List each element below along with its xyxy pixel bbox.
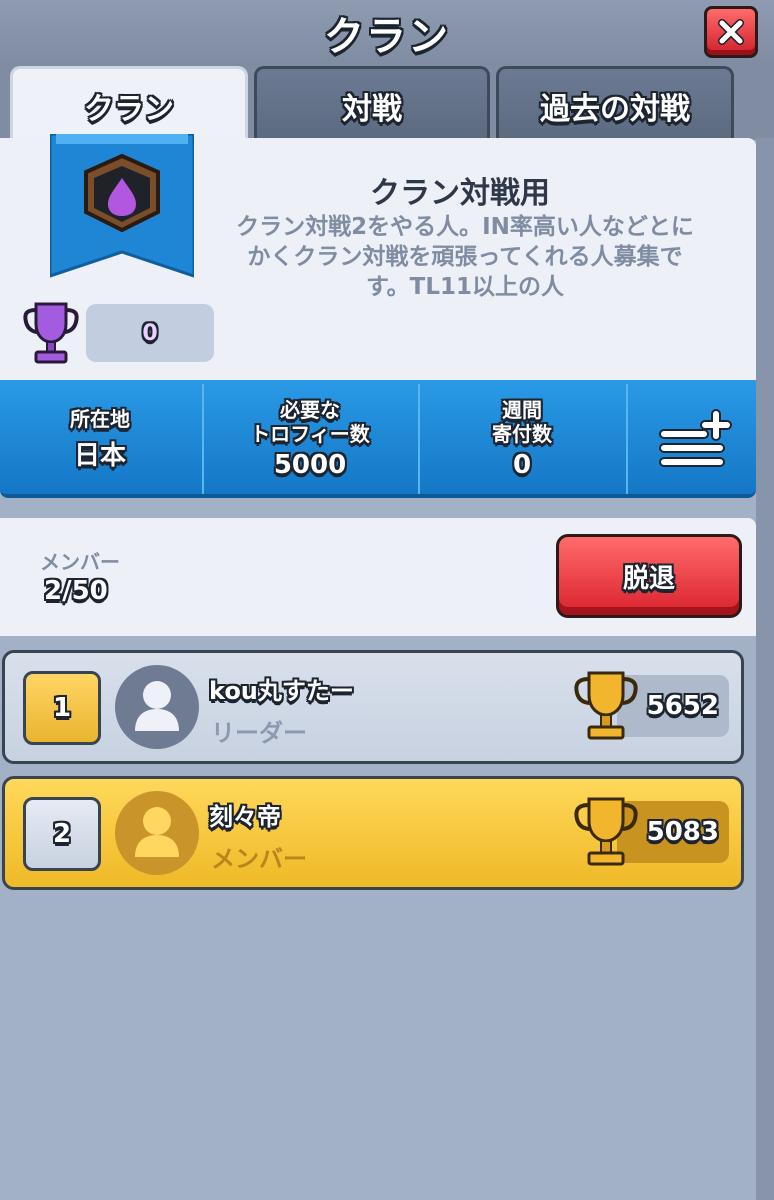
stat-required-label-2: トロフィー数 <box>250 422 370 446</box>
leave-button-label: 脱退 <box>622 563 675 594</box>
tab-battle-label: 対戦 <box>342 91 402 127</box>
stat-required-value: 5000 <box>273 450 347 480</box>
user-icon <box>135 681 179 731</box>
clan-banner <box>50 134 194 278</box>
tab-past-battles-label: 過去の対戦 <box>540 91 690 127</box>
page-title: クラン <box>324 14 450 60</box>
gold-trophy-icon <box>574 671 638 740</box>
stat-location: 所在地 日本 <box>0 380 200 498</box>
list-add-icon[interactable] <box>658 408 732 468</box>
rank-badge: 1 <box>23 671 101 745</box>
member-role: リーダー <box>211 719 307 747</box>
leave-button[interactable]: 脱退 <box>556 534 742 618</box>
members-count: 2/50 <box>44 576 108 606</box>
scroll-edge <box>756 138 774 1200</box>
stat-required-trophies: 必要な トロフィー数 5000 <box>204 380 416 498</box>
stat-required-label-1: 必要な <box>280 398 340 422</box>
stat-weekly-value: 0 <box>512 450 532 480</box>
member-role: メンバー <box>211 845 307 873</box>
gold-trophy-icon <box>574 797 638 866</box>
clan-trophy-count: 0 <box>86 304 214 362</box>
members-label: メンバー <box>40 550 120 574</box>
tab-past-battles[interactable]: 過去の対戦 <box>496 66 734 142</box>
clan-badge-icon <box>84 153 160 233</box>
tab-battle[interactable]: 対戦 <box>254 66 490 142</box>
purple-trophy-icon <box>23 302 79 364</box>
tab-clan[interactable]: クラン <box>10 66 248 142</box>
tab-clan-label: クラン <box>84 91 174 127</box>
clan-description: クラン対戦2をやる人。IN率高い人などとにかくクラン対戦を頑張ってくれる人募集で… <box>236 214 694 300</box>
stat-location-value: 日本 <box>73 440 126 471</box>
member-row[interactable]: 2 刻々帝 メンバー 5083 <box>2 776 744 890</box>
member-row[interactable]: 1 kou丸すたー リーダー 5652 <box>2 650 744 764</box>
stat-divider <box>626 384 628 494</box>
stat-weekly-label-1: 週間 <box>502 398 542 422</box>
member-name: 刻々帝 <box>209 803 281 831</box>
stat-location-label: 所在地 <box>70 406 130 431</box>
user-icon <box>135 807 179 857</box>
clan-name: クラン対戦用 <box>370 176 550 211</box>
avatar <box>115 791 199 875</box>
rank-badge: 2 <box>23 797 101 871</box>
close-icon <box>718 19 744 45</box>
stat-weekly-donations: 週間 寄付数 0 <box>420 380 624 498</box>
close-button[interactable] <box>704 6 758 58</box>
avatar <box>115 665 199 749</box>
stat-weekly-label-2: 寄付数 <box>492 422 552 446</box>
member-name: kou丸すたー <box>209 677 354 705</box>
